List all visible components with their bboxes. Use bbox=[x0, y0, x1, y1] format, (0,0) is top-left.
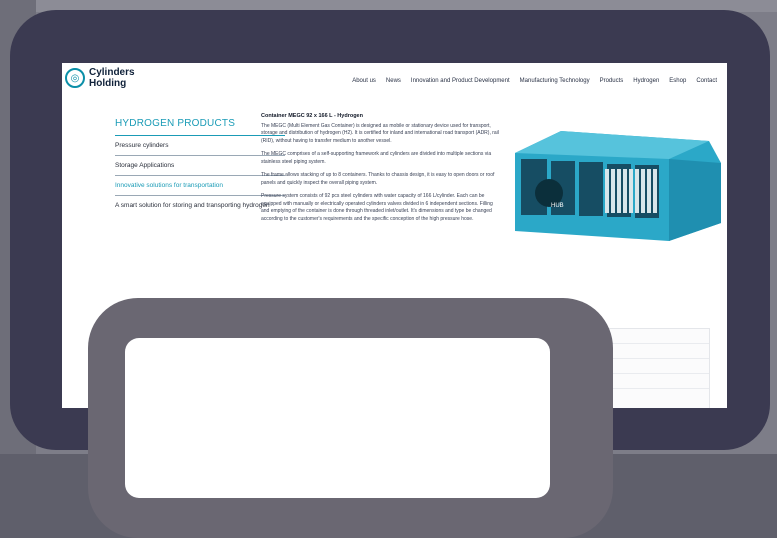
container-illustration: HUB bbox=[515, 131, 721, 241]
container-hub-label: HUB bbox=[551, 203, 564, 209]
brand-name-line2: Holding bbox=[89, 78, 127, 89]
site-header: ◎ Cylinders Holding About us News Innova… bbox=[62, 63, 727, 103]
main-nav: About us News Innovation and Product Dev… bbox=[352, 78, 717, 84]
nav-products[interactable]: Products bbox=[600, 78, 624, 84]
article-content: Container MEGC 92 x 166 L - Hydrogen The… bbox=[261, 113, 501, 229]
megc-container-image: HUB bbox=[509, 123, 723, 247]
nav-news[interactable]: News bbox=[386, 78, 401, 84]
sidebar-item-smart-solution[interactable]: A smart solution for storing and transpo… bbox=[115, 196, 285, 215]
nav-manufacturing[interactable]: Manufacturing Technology bbox=[520, 78, 590, 84]
nav-contact[interactable]: Contact bbox=[696, 78, 717, 84]
brand-name: Cylinders Holding bbox=[89, 67, 135, 89]
tablet-screen bbox=[125, 338, 550, 498]
sidebar-item-storage-applications[interactable]: Storage Applications bbox=[115, 156, 285, 176]
article-title: Container MEGC 92 x 166 L - Hydrogen bbox=[261, 113, 363, 119]
article-paragraph-2: The MEGC comprises of a self-supporting … bbox=[261, 151, 492, 165]
article-paragraph-4: Pressure system consists of 92 pcs steel… bbox=[261, 193, 493, 222]
sidebar-item-pressure-cylinders[interactable]: Pressure cylinders bbox=[115, 136, 285, 156]
nav-hydrogen[interactable]: Hydrogen bbox=[633, 78, 659, 84]
brand-name-line1: Cylinders bbox=[89, 67, 135, 78]
products-sidebar: HYDROGEN PRODUCTS Pressure cylinders Sto… bbox=[115, 118, 285, 215]
nav-innovation[interactable]: Innovation and Product Development bbox=[411, 78, 510, 84]
nav-about-us[interactable]: About us bbox=[352, 78, 376, 84]
nav-eshop[interactable]: Eshop bbox=[669, 78, 686, 84]
sidebar-item-innovative-solutions[interactable]: Innovative solutions for transportation bbox=[115, 176, 285, 196]
brand-logo[interactable]: ◎ Cylinders Holding bbox=[65, 67, 135, 89]
article-paragraph-3: The frame allows stacking of up to 8 con… bbox=[261, 172, 495, 186]
article-paragraph-1: The MEGC (Multi Element Gas Container) i… bbox=[261, 122, 499, 144]
sidebar-title: HYDROGEN PRODUCTS bbox=[115, 118, 236, 129]
cylinders-logo-icon: ◎ bbox=[65, 68, 85, 88]
